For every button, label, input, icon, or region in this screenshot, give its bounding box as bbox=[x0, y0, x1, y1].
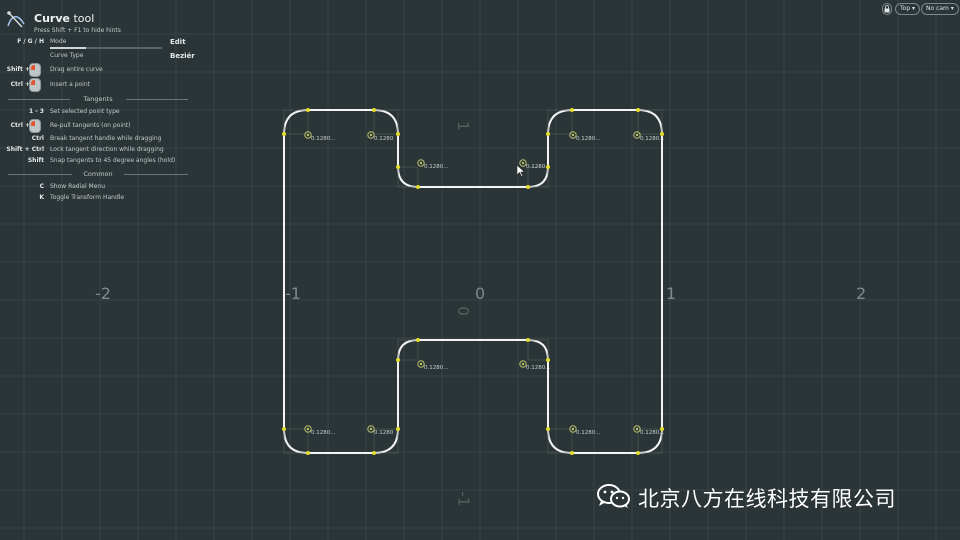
corner-value-label: 0.1280... bbox=[424, 365, 449, 371]
control-point bbox=[526, 338, 530, 342]
axis-x-label-minus-1: -1 bbox=[285, 284, 301, 303]
control-point bbox=[396, 165, 400, 169]
corner-handle-center bbox=[521, 161, 525, 165]
control-point bbox=[306, 451, 310, 455]
mouse-icon bbox=[29, 78, 41, 92]
corner-value-label: 0.1280 bbox=[526, 164, 546, 170]
control-point bbox=[372, 108, 376, 112]
corner-bbox bbox=[637, 109, 663, 135]
control-point bbox=[636, 108, 640, 112]
section-tangents: Tangents bbox=[8, 95, 188, 103]
corner-handle-center bbox=[419, 161, 423, 165]
control-point bbox=[570, 108, 574, 112]
axis-x-label-1: 1 bbox=[666, 284, 677, 303]
hint-row-point-type: 1 - 3 Set selected point type bbox=[28, 108, 120, 115]
hint-row-lock: Shift + Ctrl Lock tangent direction whil… bbox=[6, 146, 164, 153]
control-point bbox=[306, 108, 310, 112]
corner-bbox bbox=[527, 339, 549, 361]
corner-handle-center bbox=[571, 133, 575, 137]
curve-tool-hints: Curve tool Press Shift + F1 to hide hint… bbox=[0, 0, 200, 210]
watermark-text: 北京八方在线科技有限公司 bbox=[638, 487, 896, 511]
corner-handle-center bbox=[635, 427, 639, 431]
corner-handle-center bbox=[635, 133, 639, 137]
hint-row-radial: C Show Radial Menu bbox=[39, 183, 106, 190]
mode-slider[interactable] bbox=[50, 47, 162, 49]
control-point bbox=[416, 338, 420, 342]
axis-x-label-2: 2 bbox=[856, 284, 867, 303]
lock-icon[interactable] bbox=[882, 3, 892, 15]
axis-y-label-1: 1 bbox=[453, 121, 472, 131]
corner-bbox bbox=[397, 339, 419, 361]
mouse-cursor-icon bbox=[517, 165, 525, 177]
wechat-icon bbox=[597, 484, 630, 508]
corner-handle-center bbox=[369, 427, 373, 431]
control-point bbox=[546, 358, 550, 362]
section-common: Common bbox=[8, 170, 188, 178]
control-point bbox=[396, 132, 400, 136]
corner-value-label: 0.1280... bbox=[576, 136, 601, 142]
hint-row-transform: K Toggle Transform Handle bbox=[39, 194, 125, 201]
corner-bbox bbox=[547, 109, 573, 135]
control-point bbox=[546, 132, 550, 136]
view-dropdown[interactable]: Top ▾ bbox=[895, 3, 921, 15]
hint-row-break: Ctrl Break tangent handle while dragging bbox=[31, 135, 162, 142]
corner-bbox bbox=[283, 109, 309, 135]
mouse-icon bbox=[29, 119, 41, 133]
viewport-controls: Top ▾ No cam ▾ bbox=[882, 3, 959, 15]
corner-value-label: 0.1280... bbox=[526, 365, 551, 371]
control-point bbox=[372, 451, 376, 455]
corner-handle-center bbox=[306, 133, 310, 137]
corner-handle-center bbox=[521, 362, 525, 366]
corner-handle-center bbox=[419, 362, 423, 366]
mouse-icon bbox=[29, 63, 41, 77]
axis-x-label-minus-2: -2 bbox=[95, 284, 111, 303]
axis-x-label-0: 0 bbox=[475, 284, 486, 303]
corner-value-label: 0.1280 bbox=[374, 136, 394, 142]
hint-row-snap: Shift Snap tangents to 45 degree angles … bbox=[27, 157, 176, 164]
corner-handle-center bbox=[369, 133, 373, 137]
corner-bbox bbox=[397, 166, 419, 188]
hint-row-curve-type: Curve Type Beziér bbox=[50, 52, 195, 60]
control-point bbox=[636, 451, 640, 455]
corner-value-label: 0.1280... bbox=[576, 430, 601, 436]
corner-handle-center bbox=[571, 427, 575, 431]
corner-bbox bbox=[547, 428, 573, 454]
corner-value-label: 0.1280... bbox=[311, 136, 336, 142]
control-point bbox=[546, 427, 550, 431]
control-point bbox=[546, 165, 550, 169]
control-point bbox=[396, 358, 400, 362]
curve-tool-icon bbox=[7, 11, 25, 28]
axis-y-label-minus-1: -1 bbox=[454, 491, 473, 507]
control-point bbox=[526, 185, 530, 189]
corner-value-label: 0.1280... bbox=[424, 164, 449, 170]
corner-value-label: 0.1280... bbox=[311, 430, 336, 436]
control-point bbox=[570, 451, 574, 455]
axis-y-label-0: 0 bbox=[453, 306, 472, 316]
tool-hint-toggle: Press Shift + F1 to hide hints bbox=[34, 27, 121, 34]
tool-title: Curve tool bbox=[34, 12, 95, 25]
corner-value-label: 0.1280 bbox=[374, 430, 394, 436]
corner-value-label: 0.1280... bbox=[640, 136, 665, 142]
h-curve[interactable] bbox=[283, 109, 663, 454]
control-point bbox=[282, 427, 286, 431]
corner-bbox bbox=[527, 166, 549, 188]
control-point bbox=[396, 427, 400, 431]
control-point bbox=[282, 132, 286, 136]
control-point bbox=[416, 185, 420, 189]
corner-bbox bbox=[373, 109, 399, 135]
corner-handle-center bbox=[306, 427, 310, 431]
camera-dropdown[interactable]: No cam ▾ bbox=[921, 3, 959, 15]
curve-type-value[interactable]: Beziér bbox=[170, 52, 195, 60]
mode-value[interactable]: Edit bbox=[170, 38, 186, 46]
corner-bbox bbox=[283, 428, 309, 454]
corner-value-label: 0.1280... bbox=[640, 430, 665, 436]
